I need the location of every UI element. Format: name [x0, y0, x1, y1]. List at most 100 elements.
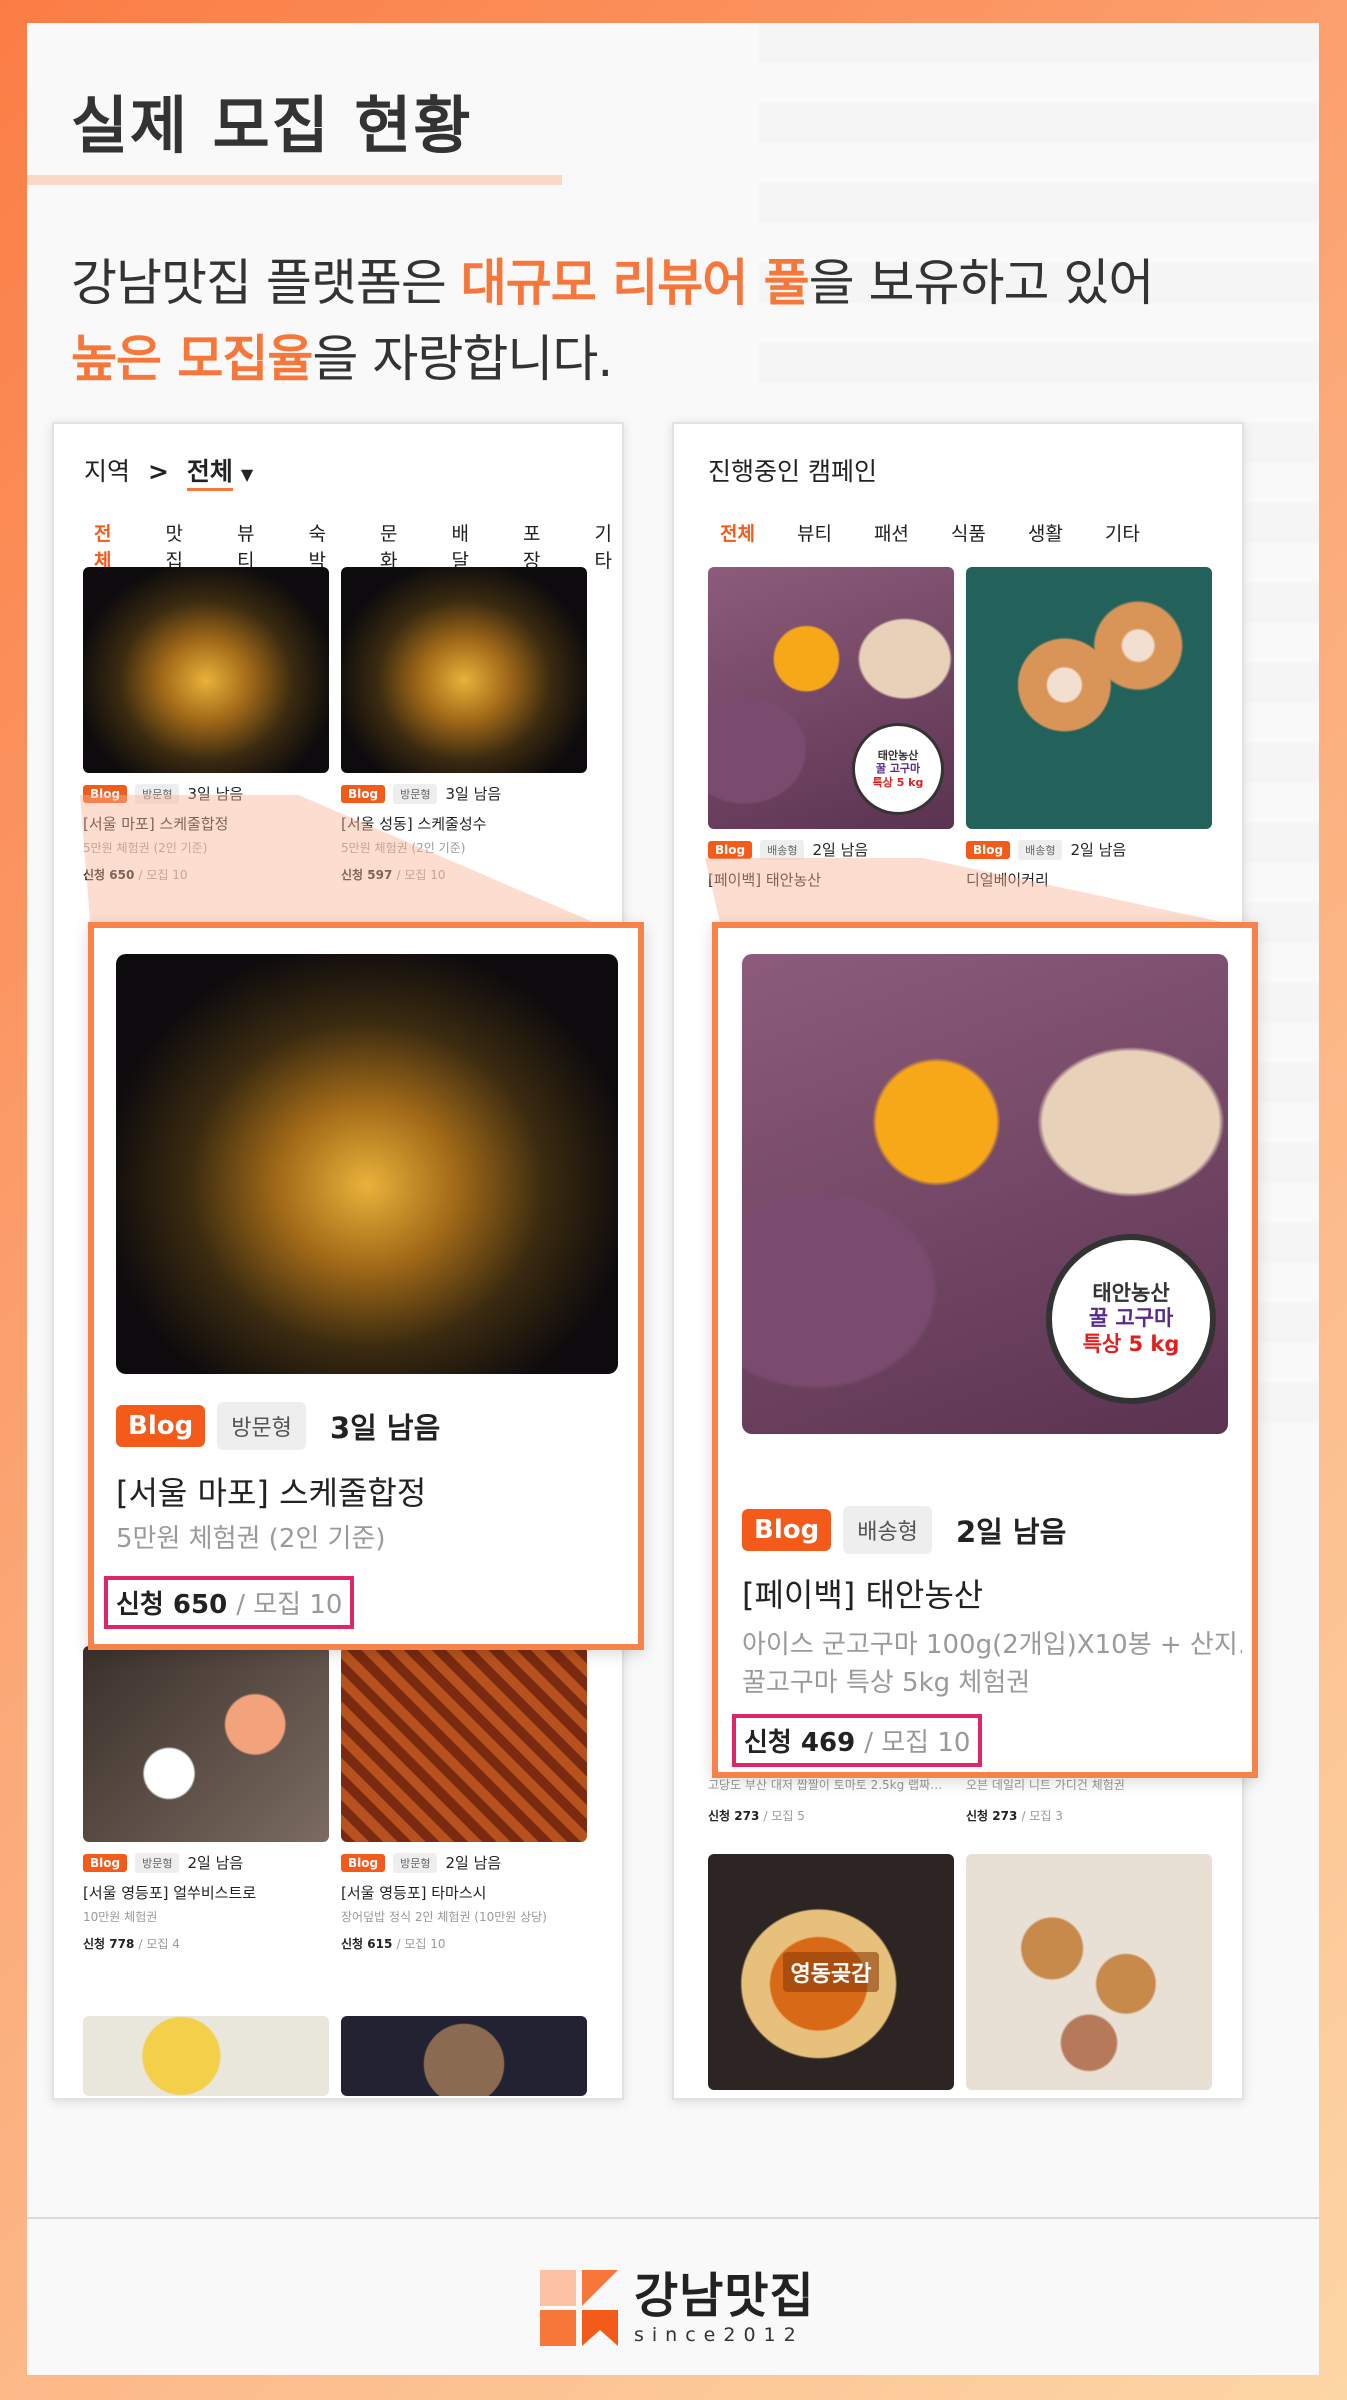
campaign-card[interactable]: 태안농산 꿀 고구마 특상 5 kg Blog 배송형 2일 남음 [페이백] 태안… — [708, 567, 954, 890]
card-subtitle: 오븐 데일리 니트 가디건 체험권 — [966, 1778, 1125, 1792]
restaurant-photo — [83, 567, 329, 773]
tab-living[interactable]: 생활 — [1028, 519, 1063, 546]
campaign-card[interactable]: Blog 방문형 2일 남음 [서울 영등포] 얼쑤비스트로 10만원 체험권 신청… — [83, 1646, 329, 1952]
stamp-line-1: 태안농산 — [877, 749, 919, 763]
card-subtitle-line-2: 꿀고구마 특상 5kg 체험권 — [742, 1668, 1031, 1698]
card-subtitle-line-1: 아이스 군고구마 100g(2개입)X10봉 + 산지… — [742, 1630, 1242, 1660]
category-tabs: 전체 맛집 뷰티 숙박 문화 배달 포장 기타 — [94, 519, 622, 573]
applicant-label: 신청 273 — [708, 1809, 760, 1823]
food-photo[interactable] — [83, 2016, 329, 2096]
campaign-card[interactable]: Blog 배송형 2일 남음 디얼베이커리 — [966, 567, 1212, 890]
applicant-count: 신청 273 / 모집 5 — [708, 1807, 954, 1824]
applicant-label: 신청 273 — [966, 1809, 1018, 1823]
tab-beauty[interactable]: 뷰티 — [237, 519, 265, 573]
type-badge: 배송형 — [760, 839, 805, 860]
product-stamp: 태안농산 꿀 고구마 특상 5 kg — [1046, 1234, 1216, 1404]
days-left: 3일 남음 — [329, 1411, 441, 1445]
zoomed-campaign-card[interactable]: Blog 방문형 3일 남음 [서울 마포] 스케줄합정 5만원 체험권 (2인… — [88, 922, 644, 1650]
region-breadcrumb: 지역 > 전체 ▼ — [84, 452, 253, 491]
product-package-label: 영동곶감 — [782, 1952, 880, 1992]
blog-badge: Blog — [966, 840, 1011, 859]
tab-beauty[interactable]: 뷰티 — [797, 519, 832, 546]
campaign-list-title: 진행중인 캠페인 — [708, 457, 877, 486]
food-photo[interactable] — [341, 2016, 587, 2096]
days-left: 2일 남음 — [445, 1854, 502, 1872]
tab-restaurant[interactable]: 맛집 — [166, 519, 194, 573]
applicant-count: 신청 273 / 모집 3 — [966, 1807, 1212, 1824]
card-subtitle: 고당도 부산 대저 짭짤이 토마토 2.5kg 랩짜… — [708, 1778, 943, 1792]
logo-mark-icon — [540, 2270, 618, 2346]
product-stamp: 태안농산 꿀 고구마 특상 5 kg — [852, 723, 944, 815]
applicant-count: 신청 615 / 모집 10 — [341, 1935, 587, 1952]
tab-culture[interactable]: 문화 — [380, 519, 408, 573]
campaign-card[interactable]: Blog 방문형 2일 남음 [서울 영등포] 타마스시 장어덮밥 정식 2인 체험… — [341, 1646, 587, 1952]
blog-badge: Blog — [341, 1853, 386, 1872]
brand-logo: 강남맛집 since2012 — [540, 2270, 815, 2346]
restaurant-photo-large — [116, 954, 618, 1374]
intro-highlight-1: 대규모 리뷰어 풀 — [460, 254, 810, 312]
recruit-cap: / 모집 10 — [864, 1728, 971, 1758]
persimmon-photo[interactable]: 영동곶감 — [708, 1854, 954, 2090]
intro-part-1: 강남맛집 플랫폼은 — [71, 254, 461, 312]
stamp-line-3: 특상 5 kg — [1082, 1331, 1180, 1356]
logo-since: since2012 — [634, 2324, 804, 2346]
tab-delivery[interactable]: 배달 — [452, 519, 480, 573]
breadcrumb-separator: > — [147, 457, 169, 486]
tab-stay[interactable]: 숙박 — [309, 519, 337, 573]
applicant-label: 신청 469 — [744, 1728, 856, 1758]
type-badge: 방문형 — [135, 1852, 180, 1873]
logo-name: 강남맛집 — [634, 2268, 815, 2324]
tab-fashion[interactable]: 패션 — [874, 519, 909, 546]
restaurant-photo — [341, 567, 587, 773]
blog-badge: Blog — [708, 840, 753, 859]
tab-all[interactable]: 전체 — [720, 519, 755, 546]
tab-all[interactable]: 전체 — [94, 519, 122, 573]
caret-down-icon[interactable]: ▼ — [241, 465, 253, 484]
tab-etc[interactable]: 기타 — [595, 519, 623, 573]
type-badge: 방문형 — [217, 1402, 306, 1450]
card-subtitle: 장어덮밥 정식 2인 체험권 (10만원 상당) — [341, 1910, 547, 1924]
campaign-card-partial[interactable]: 고당도 부산 대저 짭짤이 토마토 2.5kg 랩짜… 신청 273 / 모집 … — [708, 1776, 954, 1824]
tab-etc[interactable]: 기타 — [1105, 519, 1140, 546]
type-badge: 배송형 — [843, 1506, 932, 1554]
intro-part-2: 을 보유하고 있어 — [808, 254, 1155, 312]
tab-takeout[interactable]: 포장 — [523, 519, 551, 573]
recruit-cap: / 모집 5 — [763, 1809, 805, 1823]
stamp-line-2: 꿀 고구마 — [875, 762, 921, 776]
days-left: 2일 남음 — [1070, 841, 1127, 859]
food-photo — [341, 1646, 587, 1842]
blog-badge: Blog — [116, 1405, 206, 1447]
applicant-label: 신청 650 — [116, 1590, 228, 1620]
stamp-line-3: 특상 5 kg — [872, 775, 924, 789]
tab-food[interactable]: 식품 — [951, 519, 986, 546]
applicant-count: 신청 778 / 모집 4 — [83, 1935, 329, 1952]
zoomed-campaign-card[interactable]: 태안농산 꿀 고구마 특상 5 kg Blog 배송형 2일 남음 [페이백] … — [712, 922, 1258, 1778]
region-label: 지역 — [84, 457, 131, 486]
intro-highlight-2: 높은 모집율 — [71, 330, 313, 388]
recruit-cap: / 모집 3 — [1021, 1809, 1063, 1823]
applicant-count-highlight: 신청 650 / 모집 10 — [104, 1576, 355, 1629]
days-left: 2일 남음 — [187, 1854, 244, 1872]
blog-badge: Blog — [83, 1853, 128, 1872]
stamp-line-2: 꿀 고구마 — [1088, 1306, 1174, 1331]
region-select[interactable]: 전체 — [186, 457, 233, 491]
type-badge: 배송형 — [1018, 839, 1063, 860]
blog-badge: Blog — [742, 1509, 832, 1551]
card-title: [서울 영등포] 얼쑤비스트로 — [83, 1884, 257, 1902]
stamp-line-1: 태안농산 — [1092, 1281, 1170, 1306]
sweet-potato-photo: 태안농산 꿀 고구마 특상 5 kg — [708, 567, 954, 829]
applicant-label: 신청 615 — [341, 1937, 393, 1951]
card-subtitle: 5만원 체험권 (2인 기준) — [116, 1524, 386, 1554]
intro-text: 강남맛집 플랫폼은 대규모 리뷰어 풀을 보유하고 있어 높은 모집율을 자랑합… — [71, 245, 1155, 397]
page-title: 실제 모집 현황 — [71, 89, 473, 162]
sweet-potato-photo-large: 태안농산 꿀 고구마 특상 5 kg — [742, 954, 1228, 1434]
campaign-card-partial[interactable]: 오븐 데일리 니트 가디건 체험권 신청 273 / 모집 3 — [966, 1776, 1212, 1824]
recruit-cap: / 모집 4 — [138, 1937, 180, 1951]
footer-divider — [27, 2217, 1319, 2219]
type-badge: 방문형 — [393, 783, 438, 804]
days-left: 3일 남음 — [445, 785, 502, 803]
blog-badge: Blog — [341, 784, 386, 803]
recruit-cap: / 모집 10 — [236, 1590, 343, 1620]
walnut-cake-photo[interactable] — [966, 1854, 1212, 2090]
title-underline — [27, 175, 562, 185]
